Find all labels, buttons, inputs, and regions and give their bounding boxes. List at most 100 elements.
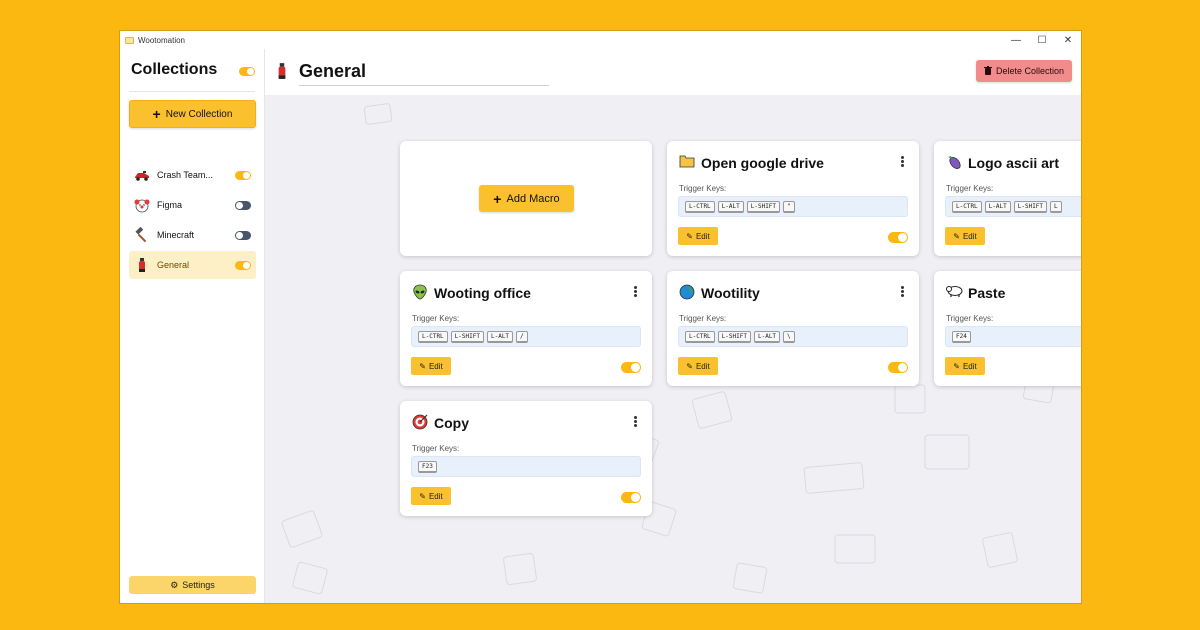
globe-icon [679, 284, 695, 300]
macro-title: Logo ascii art [968, 155, 1060, 171]
macro-title: Paste [968, 285, 1006, 301]
edit-label: Edit [695, 231, 710, 241]
sidebar-item-minecraft[interactable]: Minecraft [129, 221, 256, 249]
edit-icon: ✎ [953, 361, 960, 371]
sidebar-title: Collections [131, 61, 218, 78]
macro-card-copy: Copy Trigger Keys: F23 ✎ Edit [400, 401, 652, 516]
trigger-keys-field: L-CTRL L-ALT L-SHIFT L [945, 196, 1081, 217]
collection-toggle[interactable] [235, 261, 251, 270]
settings-label: Settings [182, 580, 215, 590]
edit-button[interactable]: ✎ Edit [945, 357, 985, 375]
plus-icon: + [152, 106, 161, 122]
title-bar: Wootomation — ☐ ✕ [120, 31, 1081, 49]
trigger-keys-field: L-CTRL L-SHIFT L-ALT / [411, 326, 641, 347]
fire-extinguisher-icon [275, 62, 289, 80]
add-macro-label: Add Macro [506, 192, 560, 205]
key-chip: L-CTRL [952, 200, 982, 213]
sidebar-item-label: General [157, 260, 190, 270]
macro-title: Copy [434, 415, 469, 431]
macro-card-wootility: Wootility Trigger Keys: L-CTRL L-SHIFT L… [667, 271, 919, 386]
macro-card-open-google-drive: Open google drive Trigger Keys: L-CTRL L… [667, 141, 919, 256]
trigger-keys-label: Trigger Keys: [679, 314, 727, 323]
sidebar-item-figma[interactable]: Figma [129, 191, 256, 219]
collection-toggle[interactable] [235, 201, 251, 210]
trigger-keys-field: F24 [945, 326, 1081, 347]
key-chip: L-CTRL [685, 200, 715, 213]
key-chip: L-ALT [486, 330, 514, 343]
edit-label: Edit [695, 361, 710, 371]
key-chip: " [783, 200, 795, 213]
race-car-icon [134, 167, 150, 183]
new-collection-label: New Collection [165, 108, 233, 120]
collection-title[interactable]: General [299, 61, 366, 82]
macro-title: Wooting office [434, 285, 531, 301]
edit-icon: ✎ [953, 231, 960, 241]
macro-toggle[interactable] [888, 232, 908, 243]
collection-toggle[interactable] [235, 231, 251, 240]
minimize-button[interactable]: — [1003, 31, 1029, 49]
trigger-keys-label: Trigger Keys: [946, 314, 994, 323]
sidebar-item-general[interactable]: General [129, 251, 256, 279]
app-logo-icon [125, 36, 134, 44]
macro-title: Open google drive [701, 155, 824, 171]
key-chip: L-CTRL [418, 330, 448, 343]
key-chip: F23 [418, 460, 437, 473]
edit-button[interactable]: ✎ Edit [411, 357, 451, 375]
edit-icon: ✎ [686, 231, 693, 241]
edit-icon: ✎ [686, 361, 693, 371]
gear-icon: ⚙ [170, 579, 179, 590]
delete-collection-button[interactable]: Delete Collection [975, 60, 1072, 82]
main-panel: General Delete Collection + Add Macro Op… [265, 49, 1081, 603]
macro-toggle[interactable] [621, 362, 641, 373]
trigger-keys-label: Trigger Keys: [679, 184, 727, 193]
edit-label: Edit [428, 491, 443, 501]
edit-label: Edit [962, 231, 977, 241]
collection-toggle[interactable] [235, 171, 251, 180]
delete-collection-label: Delete Collection [995, 66, 1064, 76]
edit-icon: ✎ [419, 491, 426, 501]
key-chip: L-SHIFT [450, 330, 484, 343]
edit-button[interactable]: ✎ Edit [945, 227, 985, 245]
maximize-button[interactable]: ☐ [1029, 31, 1055, 49]
window-controls: — ☐ ✕ [1003, 31, 1081, 49]
trigger-keys-label: Trigger Keys: [412, 444, 460, 453]
close-button[interactable]: ✕ [1055, 31, 1081, 49]
macro-title: Wootility [701, 285, 760, 301]
more-options-icon[interactable] [901, 286, 905, 297]
alien-icon [412, 284, 428, 300]
sidebar-item-label: Figma [157, 200, 183, 210]
folder-icon [679, 154, 695, 170]
edit-button[interactable]: ✎ Edit [678, 357, 718, 375]
more-options-icon[interactable] [901, 156, 905, 167]
eggplant-icon [946, 154, 962, 170]
edit-icon: ✎ [419, 361, 426, 371]
edit-button[interactable]: ✎ Edit [678, 227, 718, 245]
key-chip: / [516, 330, 528, 343]
more-options-icon[interactable] [634, 286, 638, 297]
macro-toggle[interactable] [888, 362, 908, 373]
sidebar-item-crash-team[interactable]: Crash Team... [129, 161, 256, 189]
macro-card-logo-ascii-art: Logo ascii art Trigger Keys: L-CTRL L-AL… [934, 141, 1081, 256]
target-icon [412, 414, 428, 430]
fire-extinguisher-icon [134, 257, 150, 273]
add-macro-button[interactable]: + Add Macro [479, 185, 574, 212]
sidebar-divider [129, 91, 255, 92]
collection-header: General Delete Collection [265, 49, 1081, 95]
key-chip: F24 [952, 330, 971, 343]
more-options-icon[interactable] [634, 416, 638, 427]
sidebar: Collections + New Collection Crash Team.… [120, 49, 265, 603]
macro-toggle[interactable] [621, 492, 641, 503]
app-title: Wootomation [138, 35, 185, 45]
settings-button[interactable]: ⚙ Settings [129, 576, 256, 594]
clown-face-icon [134, 197, 150, 213]
key-chip: L-ALT [717, 200, 744, 213]
key-chip: L-SHIFT [1013, 200, 1048, 213]
collections-toggle[interactable] [239, 67, 255, 76]
title-underline [299, 85, 549, 86]
new-collection-button[interactable]: + New Collection [129, 100, 256, 128]
key-chip: L [1050, 200, 1062, 213]
hammer-icon [134, 227, 150, 243]
sidebar-item-label: Crash Team... [157, 170, 213, 180]
edit-button[interactable]: ✎ Edit [411, 487, 451, 505]
sidebar-item-label: Minecraft [157, 230, 195, 240]
